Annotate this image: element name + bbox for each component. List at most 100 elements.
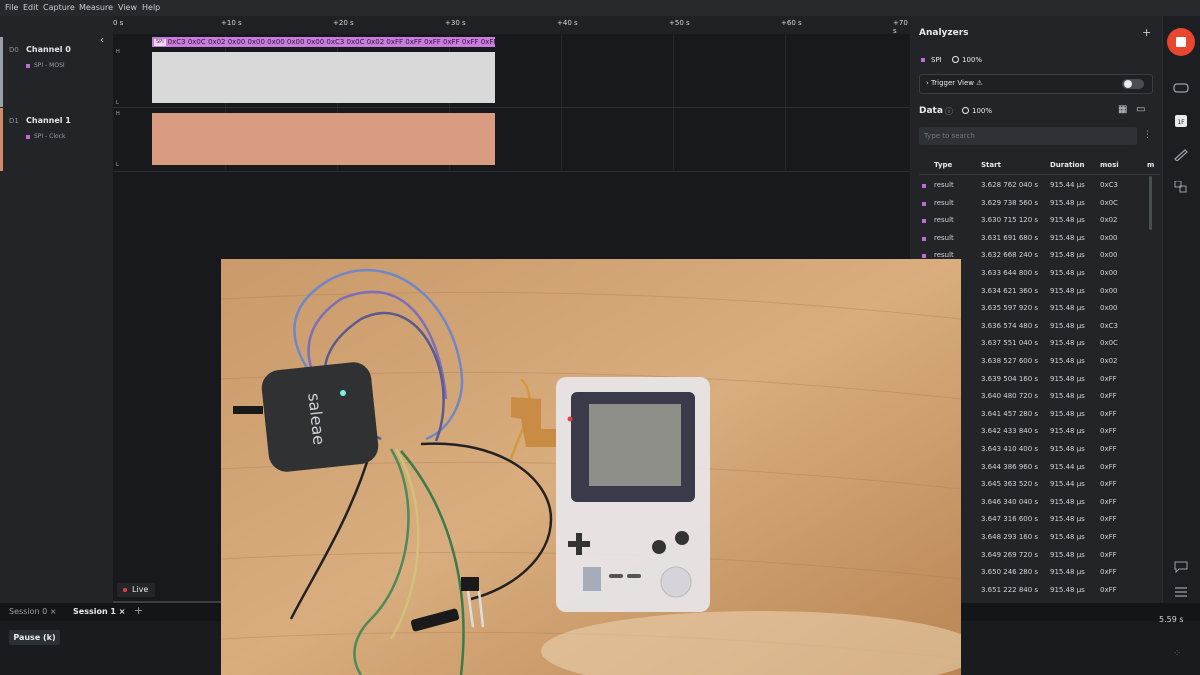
cell-start: 3.650 246 280 s bbox=[981, 568, 1039, 577]
feedback-icon[interactable] bbox=[1173, 561, 1189, 573]
signal-high-marker: H bbox=[116, 49, 120, 55]
channel-1-row[interactable]: D1 Channel 1 SPI - Clock bbox=[0, 108, 113, 171]
cell-mosi: 0xFF bbox=[1100, 445, 1117, 453]
cell-start: 3.638 527 600 s bbox=[981, 357, 1039, 365]
resize-grip-icon[interactable]: ⁘ bbox=[1173, 648, 1181, 659]
channel-analyzer-label: SPI - Clock bbox=[34, 133, 66, 140]
ruler-tick: +40 s bbox=[557, 19, 578, 27]
cell-start: 3.647 316 600 s bbox=[981, 515, 1039, 524]
cell-type: result bbox=[934, 181, 954, 189]
menu-help[interactable]: Help bbox=[142, 3, 160, 12]
menu-view[interactable]: View bbox=[118, 3, 137, 12]
live-label: Live bbox=[132, 585, 149, 594]
tab-session-1[interactable]: Session 1 × bbox=[73, 607, 126, 616]
progress-ring-icon bbox=[962, 107, 969, 114]
channel-0-row[interactable]: D0 Channel 0 SPI - MOSI bbox=[0, 37, 113, 107]
plus-icon[interactable]: + bbox=[1142, 26, 1151, 39]
extensions-icon[interactable] bbox=[1173, 181, 1189, 193]
signal-high-marker: H bbox=[116, 111, 120, 117]
elapsed-time: 5.59 s bbox=[1159, 615, 1184, 624]
cell-start: 3.649 269 720 s bbox=[981, 550, 1039, 559]
spi-progress: 100% bbox=[952, 56, 982, 64]
cell-start: 3.644 386 960 s bbox=[981, 462, 1039, 471]
data-table-scrollbar[interactable] bbox=[1149, 176, 1152, 230]
close-icon[interactable]: × bbox=[119, 607, 126, 616]
trigger-view-toggle[interactable] bbox=[1122, 79, 1144, 89]
data-progress: 100% bbox=[962, 107, 992, 115]
table-row[interactable]: result 3.628 762 040 s 915.44 μs 0xC3 bbox=[919, 177, 1154, 194]
spi-mosi-decode-bubbles[interactable]: SPI 0xC3 0x0C 0x02 0x00 0x00 0x00 0x00 0x… bbox=[152, 37, 495, 47]
trigger-view-row[interactable]: › Trigger View ⚠ bbox=[919, 74, 1153, 94]
spi-tag: SPI bbox=[154, 38, 166, 46]
cell-duration: 915.48 μs bbox=[1050, 550, 1085, 559]
add-session-icon[interactable]: + bbox=[134, 604, 143, 617]
more-options-icon[interactable]: ⋮ bbox=[1143, 130, 1152, 140]
cell-start: 3.640 480 720 s bbox=[981, 392, 1039, 401]
menu-icon[interactable] bbox=[1173, 586, 1189, 598]
cell-start: 3.639 504 160 s bbox=[981, 374, 1039, 383]
progress-ring-icon bbox=[952, 56, 959, 63]
pause-button[interactable]: Pause (k) bbox=[9, 630, 60, 645]
time-ruler[interactable]: 0 s +10 s +20 s +30 s +40 s +50 s +60 s … bbox=[113, 16, 910, 35]
channel-index: D0 bbox=[9, 46, 19, 54]
cell-start: 3.636 574 480 s bbox=[981, 321, 1039, 330]
cell-start: 3.637 551 040 s bbox=[981, 339, 1039, 348]
search-input[interactable] bbox=[919, 127, 1139, 145]
column-header-miso[interactable]: m bbox=[1147, 161, 1154, 169]
channel-color-bar bbox=[0, 108, 3, 171]
cell-type: result bbox=[934, 233, 954, 242]
data-title: Data bbox=[919, 106, 943, 116]
measure-icon[interactable] bbox=[1173, 149, 1189, 161]
table-row[interactable]: result 3.631 691 680 s 915.48 μs 0x00 bbox=[919, 230, 1154, 247]
ruler-tick: +30 s bbox=[445, 19, 466, 27]
cell-duration: 915.44 μs bbox=[1050, 181, 1085, 189]
tab-session-0[interactable]: Session 0 × bbox=[9, 607, 56, 616]
channel-color-bar bbox=[0, 37, 3, 107]
terminal-view-icon[interactable]: ▭ bbox=[1136, 104, 1145, 115]
column-header-mosi[interactable]: mosi bbox=[1100, 161, 1119, 169]
menu-edit[interactable]: Edit bbox=[23, 3, 39, 12]
cell-mosi: 0x00 bbox=[1100, 286, 1118, 295]
cell-duration: 915.48 μs bbox=[1050, 515, 1085, 524]
photo-illustration: saleae bbox=[221, 259, 961, 675]
trigger-view-label: › Trigger View ⚠ bbox=[926, 79, 983, 87]
cell-duration: 915.48 μs bbox=[1050, 339, 1085, 348]
channel-analyzer-label: SPI - MOSI bbox=[34, 62, 65, 69]
cell-start: 3.634 621 360 s bbox=[981, 286, 1039, 295]
close-icon[interactable]: × bbox=[50, 607, 57, 616]
row-color-icon bbox=[922, 201, 926, 206]
column-header-start[interactable]: Start bbox=[981, 161, 1001, 169]
table-row[interactable]: result 3.629 738 560 s 915.48 μs 0x0C bbox=[919, 195, 1154, 212]
device-icon[interactable] bbox=[1173, 82, 1189, 94]
column-header-type[interactable]: Type bbox=[934, 161, 952, 169]
cell-start: 3.635 597 920 s bbox=[981, 304, 1039, 313]
cell-start: 3.646 340 040 s bbox=[981, 497, 1039, 506]
data-search[interactable] bbox=[919, 127, 1139, 145]
cell-duration: 915.48 μs bbox=[1050, 568, 1085, 577]
ruler-tick: 0 s bbox=[113, 19, 124, 27]
live-dot-icon bbox=[123, 588, 127, 592]
channel-name: Channel 0 bbox=[26, 45, 71, 54]
stop-capture-button[interactable] bbox=[1167, 28, 1195, 56]
menu-file[interactable]: File bbox=[5, 3, 18, 12]
analyzer-dot-icon bbox=[26, 135, 30, 139]
cell-duration: 915.48 μs bbox=[1050, 427, 1085, 436]
cell-mosi: 0xFF bbox=[1100, 462, 1117, 471]
analyzers-icon[interactable]: 1F bbox=[1173, 115, 1189, 127]
menu-capture[interactable]: Capture bbox=[43, 3, 75, 12]
cell-start: 3.645 363 520 s bbox=[981, 480, 1039, 489]
cell-mosi: 0xFF bbox=[1100, 427, 1117, 436]
column-header-duration[interactable]: Duration bbox=[1050, 161, 1085, 169]
toggle-knob bbox=[1124, 80, 1132, 88]
live-indicator[interactable]: Live bbox=[117, 583, 155, 597]
help-icon[interactable]: ⓘ bbox=[945, 106, 953, 117]
ruler-tick: +10 s bbox=[221, 19, 242, 27]
channel-0-waveform bbox=[152, 52, 495, 103]
menu-measure[interactable]: Measure bbox=[79, 3, 113, 12]
table-row[interactable]: result 3.630 715 120 s 915.48 μs 0x02 bbox=[919, 212, 1154, 229]
table-view-icon[interactable]: ▦ bbox=[1118, 104, 1127, 115]
cell-mosi: 0xFF bbox=[1100, 409, 1117, 418]
right-toolbar: 1F bbox=[1162, 16, 1200, 603]
spi-analyzer-label[interactable]: SPI bbox=[931, 56, 942, 64]
ruler-tick: +60 s bbox=[781, 19, 802, 27]
